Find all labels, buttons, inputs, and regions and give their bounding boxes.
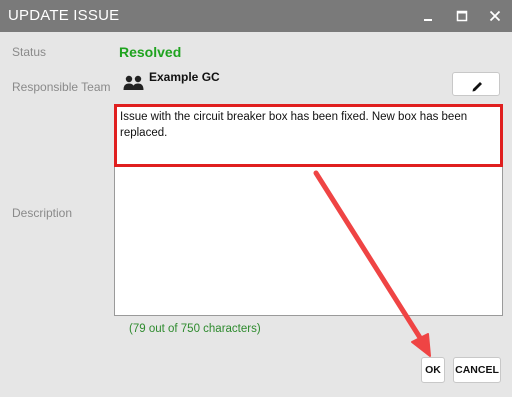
pencil-icon [472,82,482,92]
close-icon[interactable] [485,6,505,26]
minimize-icon[interactable] [418,6,438,26]
description-label: Description [12,206,73,220]
maximize-icon[interactable] [452,6,472,26]
edit-team-button[interactable] [452,72,500,96]
responsible-team-value: Example GC [149,70,220,84]
status-label: Status [12,45,47,59]
title-bar: UPDATE ISSUE [0,0,512,32]
character-count: (79 out of 750 characters) [129,323,261,335]
responsible-team-label: Responsible Team [12,80,111,94]
cancel-button[interactable]: CANCEL [453,357,501,383]
annotation-highlight-box [114,104,503,167]
team-icon [123,74,145,92]
ok-button[interactable]: OK [421,357,445,383]
status-value: Resolved [119,44,182,60]
dialog-title: UPDATE ISSUE [8,7,120,24]
